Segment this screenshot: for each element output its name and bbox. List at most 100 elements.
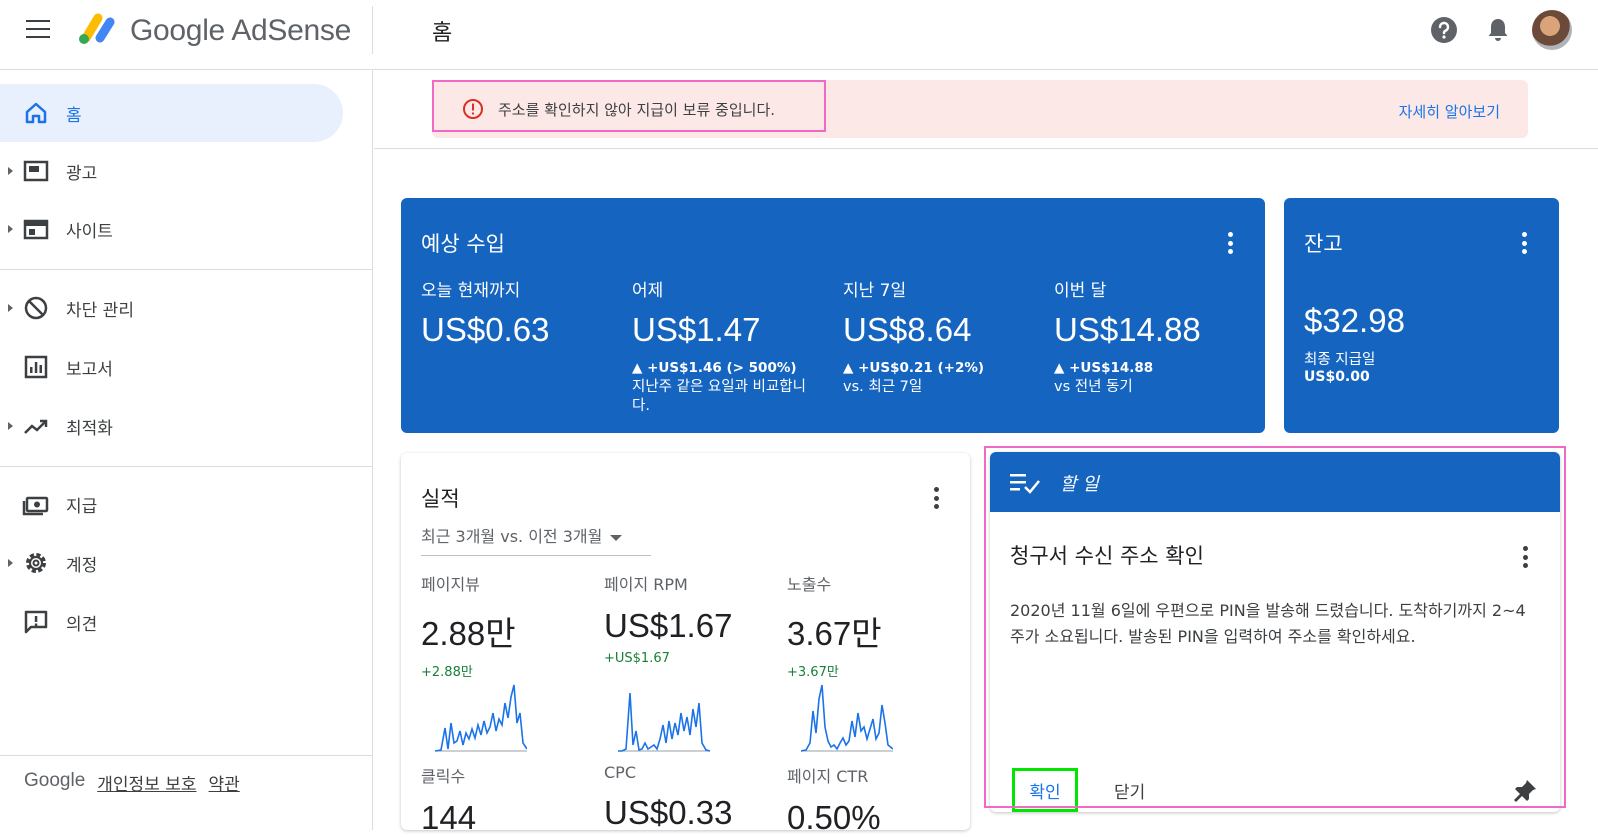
- sidebar-item-label: 지급: [66, 496, 98, 517]
- sidebar-item-sites[interactable]: 사이트: [0, 200, 343, 258]
- metric-delta: +US$1.67: [604, 651, 670, 666]
- metric-label: 어제: [632, 281, 664, 301]
- terms-link[interactable]: 약관: [209, 770, 240, 795]
- sidebar-item-label: 의견: [66, 614, 98, 635]
- sparkline-page-rpm: [618, 692, 710, 752]
- metric-change: ▲ +US$1.46 (> 500%): [632, 360, 797, 376]
- top-app-bar: Google AdSense 홈: [0, 0, 1598, 70]
- last-payment-value: US$0.00: [1304, 369, 1370, 385]
- sidebar-nav: 홈 광고 사이트 차단 관리 보고서 최적화 지급 계정 의견 Google 개…: [0, 70, 373, 830]
- metric-compare: vs. 최근 7일: [843, 379, 923, 395]
- balance-value: $32.98: [1304, 302, 1405, 339]
- metric-change: ▲ +US$0.21 (+2%): [843, 360, 985, 376]
- date-range-select[interactable]: 최근 3개월 vs. 이전 3개월: [421, 523, 623, 547]
- expand-caret-icon: [8, 304, 13, 312]
- ads-icon: [23, 160, 49, 182]
- sparkline-pageviews: [435, 684, 527, 752]
- metric-value: US$0.33: [604, 794, 733, 831]
- reports-icon: [24, 355, 48, 379]
- more-vert-icon[interactable]: [933, 487, 939, 509]
- metric-value: 144: [421, 799, 477, 836]
- content-divider: [374, 148, 1598, 149]
- sidebar-item-label: 홈: [66, 105, 82, 126]
- home-icon: [25, 102, 47, 124]
- card-title: 실적: [421, 487, 460, 511]
- earnings-metric-last7days: 지난 7일 US$8.64 ▲ +US$0.21 (+2%) vs. 최근 7일: [843, 276, 1043, 397]
- card-title: 잔고: [1304, 232, 1343, 256]
- metric-delta: +3.67만: [787, 665, 839, 680]
- expand-caret-icon: [8, 167, 13, 175]
- metric-change: ▲ +US$14.88: [1054, 360, 1154, 376]
- sidebar-divider: [0, 269, 372, 270]
- metric-compare: 지난주 같은 요일과 비교합니다.: [632, 379, 806, 414]
- more-vert-icon[interactable]: [1227, 232, 1233, 254]
- payment-hold-alert: 주소를 확인하지 않아 지급이 보류 중입니다. 자세히 알아보기: [432, 80, 1528, 138]
- sidebar-footer: Google 개인정보 보호 약관: [24, 770, 240, 795]
- dropdown-arrow-icon: [610, 534, 623, 541]
- sidebar-item-payments[interactable]: 지급: [0, 475, 343, 533]
- sidebar-item-label: 차단 관리: [66, 300, 134, 321]
- header-divider: [372, 6, 373, 54]
- privacy-link[interactable]: 개인정보 보호: [97, 770, 196, 795]
- metric-value: US$14.88: [1054, 311, 1201, 348]
- estimated-earnings-card: 예상 수입 오늘 현재까지 US$0.63 어제 US$1.47 ▲ +US$1…: [401, 198, 1265, 433]
- metric-label: 페이지뷰: [421, 575, 480, 594]
- last-payment-label: 최종 지급일: [1304, 352, 1376, 368]
- sidebar-item-blocking[interactable]: 차단 관리: [0, 279, 343, 337]
- help-icon[interactable]: [1430, 16, 1458, 44]
- metric-label: 노출수: [787, 575, 832, 594]
- select-underline: [421, 555, 651, 556]
- performance-card: 실적 최근 3개월 vs. 이전 3개월 페이지뷰 2.88만 +2.88만 페…: [401, 453, 970, 836]
- metric-value: 0.50%: [787, 799, 881, 836]
- metric-label: 페이지 RPM: [604, 575, 688, 594]
- brand-name: Google AdSense: [130, 14, 351, 47]
- sidebar-item-label: 최적화: [66, 418, 113, 439]
- perf-metric-cpc: CPC US$0.33: [604, 763, 774, 832]
- perf-metric-impressions: 노출수 3.67만 +3.67만: [787, 571, 957, 680]
- sidebar-item-ads[interactable]: 광고: [0, 142, 343, 200]
- learn-more-link[interactable]: 자세히 알아보기: [1399, 101, 1500, 122]
- card-title: 예상 수입: [421, 232, 505, 256]
- date-range-value: 최근 3개월 vs. 이전 3개월: [421, 527, 603, 546]
- optimization-icon: [24, 419, 48, 434]
- metric-label: 지난 7일: [843, 281, 907, 301]
- sidebar-item-home[interactable]: 홈: [0, 84, 343, 142]
- perf-metric-pageviews: 페이지뷰 2.88만 +2.88만: [421, 571, 591, 680]
- error-icon: [463, 99, 483, 119]
- block-icon: [24, 296, 48, 320]
- metric-value: US$0.63: [421, 311, 550, 348]
- metric-value: US$8.64: [843, 311, 972, 348]
- notifications-bell-icon[interactable]: [1484, 16, 1512, 44]
- gear-icon: [26, 553, 46, 573]
- perf-metric-page-rpm: 페이지 RPM US$1.67 +US$1.67: [604, 571, 774, 666]
- alert-message: 주소를 확인하지 않아 지급이 보류 중입니다.: [498, 101, 776, 119]
- more-vert-icon[interactable]: [1521, 232, 1527, 254]
- sidebar-item-label: 보고서: [66, 359, 113, 380]
- menu-icon[interactable]: [26, 20, 50, 38]
- metric-value: US$1.47: [632, 311, 761, 348]
- earnings-metric-this-month: 이번 달 US$14.88 ▲ +US$14.88 vs 전년 동기: [1054, 276, 1254, 397]
- feedback-icon: [24, 610, 48, 634]
- sidebar-item-optimization[interactable]: 최적화: [0, 397, 343, 455]
- account-avatar[interactable]: [1532, 10, 1572, 50]
- sidebar-item-account[interactable]: 계정: [0, 534, 343, 592]
- metric-label: 이번 달: [1054, 281, 1107, 301]
- metric-label: 페이지 CTR: [787, 767, 869, 786]
- metric-value: 3.67만: [787, 615, 882, 652]
- sidebar-item-feedback[interactable]: 의견: [0, 593, 343, 651]
- metric-compare: vs 전년 동기: [1054, 379, 1133, 395]
- metric-value: 2.88만: [421, 615, 516, 652]
- adsense-logo: [79, 13, 115, 44]
- expand-caret-icon: [8, 225, 13, 233]
- perf-metric-clicks: 클릭수 144: [421, 763, 591, 837]
- metric-label: 오늘 현재까지: [421, 281, 521, 301]
- metric-delta: +2.88만: [421, 665, 473, 680]
- sidebar-item-reports[interactable]: 보고서: [0, 338, 343, 396]
- sites-icon: [23, 219, 49, 240]
- sparkline-impressions: [801, 684, 893, 752]
- earnings-metric-yesterday: 어제 US$1.47 ▲ +US$1.46 (> 500%) 지난주 같은 요일…: [632, 276, 822, 416]
- sidebar-item-label: 계정: [66, 555, 98, 576]
- sidebar-divider: [0, 755, 372, 756]
- expand-caret-icon: [8, 559, 13, 567]
- balance-card: 잔고 $32.98 최종 지급일 US$0.00: [1284, 198, 1559, 433]
